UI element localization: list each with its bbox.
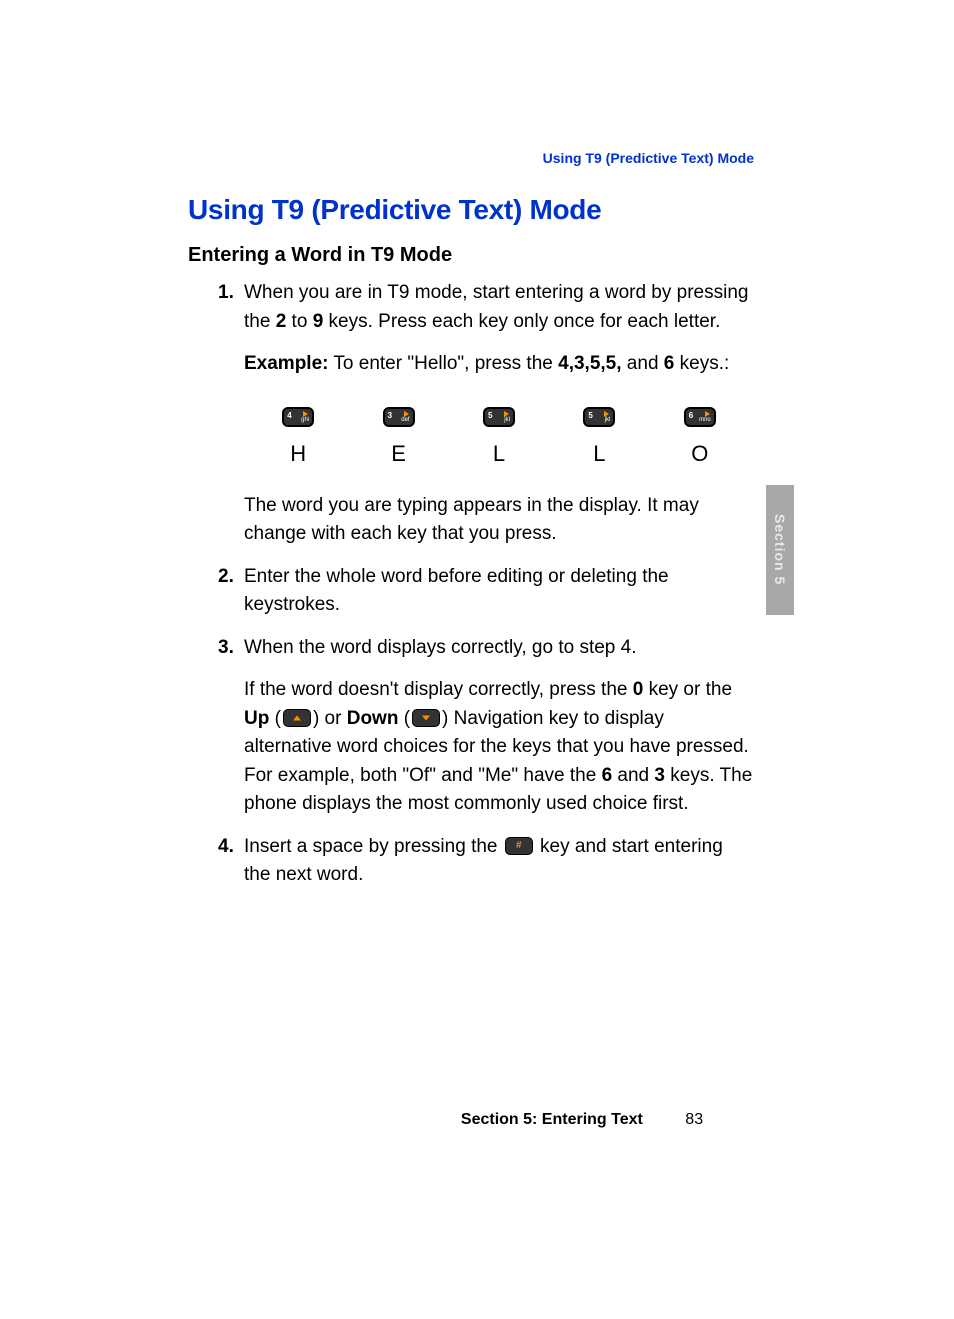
section-side-tab: Section 5: [766, 485, 794, 615]
key-0: 0: [633, 679, 644, 700]
hash-key-icon: [505, 837, 533, 855]
text: keys.:: [674, 353, 729, 374]
step-number: 4.: [218, 833, 234, 862]
running-header: Using T9 (Predictive Text) Mode: [188, 150, 754, 166]
text: keys. Press each key only once for each …: [323, 311, 720, 332]
text: Enter the whole word before editing or d…: [244, 566, 669, 616]
phone-key-icon: 5 jkl: [483, 407, 515, 427]
side-tab-label: Section 5: [772, 514, 788, 585]
text: (: [269, 708, 281, 729]
down-key-icon: [412, 709, 440, 727]
key-column-4: 6 mno O: [670, 407, 730, 470]
steps-list: 1. When you are in T9 mode, start enteri…: [188, 279, 754, 890]
text: ) or: [313, 708, 347, 729]
phone-key-icon: 6 mno: [684, 407, 716, 427]
example-label: Example:: [244, 353, 328, 374]
example-key-6: 6: [664, 353, 675, 374]
section-heading: Entering a Word in T9 Mode: [188, 244, 754, 267]
text: When the word displays correctly, go to …: [244, 637, 637, 658]
page-footer: Section 5: Entering Text 83: [0, 1111, 954, 1129]
step-number: 2.: [218, 563, 234, 592]
key-2: 2: [276, 311, 287, 332]
example-keys: 4,3,5,5,: [558, 353, 621, 374]
key-digit: 5: [488, 410, 492, 422]
key-3: 3: [654, 765, 665, 786]
key-letters: mno: [699, 416, 711, 425]
text: and: [612, 765, 654, 786]
text: (: [398, 708, 410, 729]
key-letters: jkl: [605, 416, 611, 425]
output-letter: L: [593, 437, 605, 470]
page-number: 83: [685, 1111, 703, 1129]
output-letter: E: [391, 437, 406, 470]
key-digit: 6: [689, 410, 693, 422]
step-number: 3.: [218, 634, 234, 663]
key-letters: jkl: [504, 416, 510, 425]
key-letters: ghi: [301, 416, 309, 425]
up-key-icon: [283, 709, 311, 727]
key-column-3: 5 jkl L: [569, 407, 629, 470]
key-digit: 4: [287, 410, 291, 422]
step-4: 4. Insert a space by pressing the key an…: [218, 833, 754, 890]
key-digit: 3: [388, 410, 392, 422]
text: to: [286, 311, 312, 332]
key-digit: 5: [588, 410, 592, 422]
key-6: 6: [602, 765, 613, 786]
step-3: 3. When the word displays correctly, go …: [218, 634, 754, 819]
key-column-0: 4 ghi H: [268, 407, 328, 470]
key-9: 9: [313, 311, 324, 332]
step-2: 2. Enter the whole word before editing o…: [218, 563, 754, 620]
phone-key-icon: 5 jkl: [583, 407, 615, 427]
step-1: 1. When you are in T9 mode, start enteri…: [218, 279, 754, 549]
down-label: Down: [347, 708, 399, 729]
output-letter: H: [290, 437, 306, 470]
phone-key-icon: 4 ghi: [282, 407, 314, 427]
key-column-1: 3 def E: [369, 407, 429, 470]
text: and: [622, 353, 664, 374]
step-number: 1.: [218, 279, 234, 308]
text: For example, both "Of" and "Me" have the: [244, 765, 602, 786]
key-column-2: 5 jkl L: [469, 407, 529, 470]
footer-section: Section 5: Entering Text: [461, 1111, 643, 1128]
page-title: Using T9 (Predictive Text) Mode: [188, 194, 754, 226]
keypad-example-row: 4 ghi H 3 def E 5: [252, 407, 746, 470]
output-letter: L: [493, 437, 505, 470]
step-1-followup: The word you are typing appears in the d…: [244, 492, 754, 549]
output-letter: O: [691, 437, 708, 470]
up-label: Up: [244, 708, 269, 729]
text: If the word doesn't display correctly, p…: [244, 679, 633, 700]
text: To enter "Hello", press the: [328, 353, 558, 374]
text: key or the: [643, 679, 732, 700]
text: Insert a space by pressing the: [244, 836, 503, 857]
key-letters: def: [401, 416, 409, 425]
phone-key-icon: 3 def: [383, 407, 415, 427]
